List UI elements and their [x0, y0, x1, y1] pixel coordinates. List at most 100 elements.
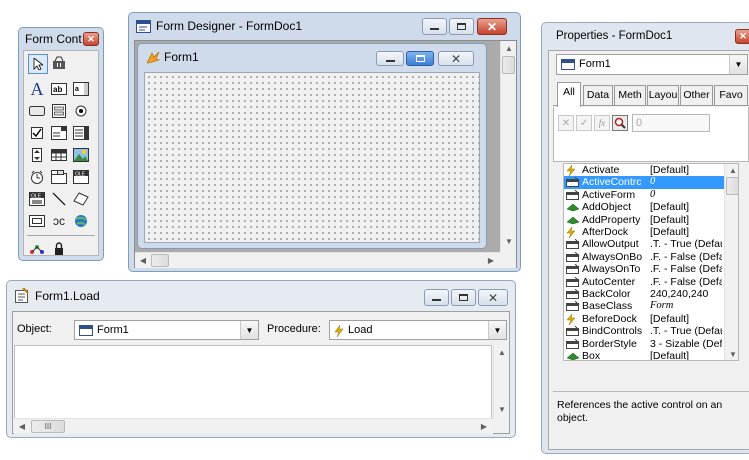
- scroll-down-icon[interactable]: ▼: [725, 350, 738, 359]
- pageframe-icon[interactable]: [50, 168, 68, 186]
- scroll-right-icon[interactable]: ▶: [476, 422, 492, 431]
- scroll-up-icon[interactable]: ▲: [494, 348, 510, 357]
- builder-lock-icon[interactable]: [50, 54, 68, 72]
- timer-icon[interactable]: [28, 168, 46, 186]
- code-maximize-button[interactable]: [451, 289, 476, 306]
- property-row[interactable]: AddProperty [Default]: [564, 214, 724, 226]
- property-row[interactable]: AddObject [Default]: [564, 201, 724, 213]
- label-icon[interactable]: A: [28, 79, 46, 99]
- property-name: AfterDock: [582, 226, 629, 238]
- tab-other[interactable]: Other: [680, 85, 713, 105]
- separator-icon[interactable]: ᴐᴄ: [50, 212, 68, 230]
- form1-window[interactable]: Form1 ✕: [137, 43, 487, 249]
- hyperlink-icon[interactable]: [72, 212, 90, 230]
- code-close-button[interactable]: ✕: [478, 289, 508, 306]
- property-rows: Activate [Default] ActiveContrc 0 ActiveForm…: [564, 164, 724, 360]
- scroll-up-icon[interactable]: ▲: [725, 166, 738, 175]
- property-row[interactable]: BeforeDock [Default]: [564, 313, 724, 325]
- designer-maximize-button[interactable]: [449, 18, 474, 35]
- scroll-left-icon[interactable]: ◀: [135, 256, 151, 265]
- chevron-down-icon[interactable]: ▼: [240, 321, 258, 339]
- accept-value-button[interactable]: ✓: [576, 115, 592, 131]
- designer-hscroll-thumb[interactable]: [151, 254, 169, 267]
- scroll-left-icon[interactable]: ◀: [14, 422, 30, 431]
- cancel-value-button[interactable]: ✕: [558, 115, 574, 131]
- designer-close-button[interactable]: ✕: [477, 18, 507, 35]
- code-window: Form1.Load ✕ Object: Form1 ▼ Procedure: …: [6, 280, 516, 438]
- editbox-icon[interactable]: a: [72, 80, 90, 98]
- textbox-icon[interactable]: ab: [50, 80, 68, 98]
- form1-minimize-button[interactable]: [376, 51, 404, 66]
- spinner-icon[interactable]: [28, 146, 46, 164]
- option-group-icon[interactable]: [72, 102, 90, 120]
- property-row[interactable]: AlwaysOnBo .F. - False (Defa: [564, 251, 724, 263]
- chevron-down-icon[interactable]: ▼: [729, 55, 747, 74]
- property-row[interactable]: ActiveContrc 0: [564, 176, 724, 189]
- designer-hscrollbar[interactable]: ◀ ▶: [135, 252, 500, 268]
- grid-icon[interactable]: [50, 146, 68, 164]
- property-row[interactable]: AllowOutput .T. - True (Defau: [564, 238, 724, 250]
- line-icon[interactable]: [50, 190, 68, 208]
- command-group-icon[interactable]: [50, 102, 68, 120]
- property-vscroll-thumb[interactable]: [726, 177, 738, 195]
- properties-object-combo[interactable]: Form1 ▼: [556, 54, 748, 75]
- property-row[interactable]: BorderStyle 3 - Sizable (Defa: [564, 338, 724, 350]
- tab-all[interactable]: All: [557, 82, 581, 107]
- property-row[interactable]: Box [Default]: [564, 350, 724, 360]
- toolbox-close-button[interactable]: ✕: [83, 32, 99, 46]
- property-name: AlwaysOnTo: [582, 263, 641, 276]
- property-row[interactable]: AfterDock [Default]: [564, 226, 724, 239]
- code-hscroll-thumb[interactable]: III: [31, 420, 65, 433]
- chevron-down-icon[interactable]: ▼: [488, 321, 506, 339]
- combobox-icon[interactable]: [50, 124, 68, 142]
- property-row[interactable]: BaseClass Form: [564, 300, 724, 312]
- container-icon[interactable]: [28, 212, 46, 230]
- scroll-right-icon[interactable]: ▶: [483, 256, 499, 265]
- procedure-label: Procedure:: [267, 323, 321, 335]
- property-row[interactable]: Activate [Default]: [564, 164, 724, 177]
- oleboundcontrol-icon[interactable]: OLE: [72, 168, 90, 186]
- view-classes-icon[interactable]: [28, 239, 46, 257]
- command-button-icon[interactable]: [28, 102, 46, 120]
- zoom-button[interactable]: [612, 115, 628, 131]
- code-hscrollbar[interactable]: ◀ III ▶: [14, 418, 493, 434]
- scroll-down-icon[interactable]: ▼: [494, 405, 510, 414]
- designer-vscrollbar[interactable]: ▲ ▼: [500, 41, 516, 252]
- property-row[interactable]: ActiveForm 0: [564, 189, 724, 201]
- pointer-icon[interactable]: [28, 54, 48, 74]
- scroll-up-icon[interactable]: ▲: [501, 44, 517, 53]
- olecontainer-icon[interactable]: OLE: [28, 190, 46, 208]
- property-vscrollbar[interactable]: ▲ ▼: [724, 164, 738, 360]
- properties-close-button[interactable]: ✕: [735, 29, 749, 44]
- form1-close-button[interactable]: ✕: [438, 51, 474, 66]
- designer-minimize-button[interactable]: [422, 18, 447, 35]
- tab-methods[interactable]: Meth: [614, 85, 646, 105]
- form1-grid-surface[interactable]: [144, 72, 480, 243]
- tab-favorites[interactable]: Favo: [714, 85, 748, 105]
- form1-maximize-button[interactable]: [406, 51, 434, 66]
- shape-icon[interactable]: [72, 190, 90, 208]
- lock-icon[interactable]: [50, 239, 68, 257]
- svg-text:OLE: OLE: [31, 194, 42, 200]
- designer-vscroll-thumb[interactable]: [502, 56, 515, 74]
- listbox-icon[interactable]: [72, 124, 90, 142]
- code-minimize-button[interactable]: [424, 289, 449, 306]
- object-combo[interactable]: Form1 ▼: [74, 320, 259, 340]
- image-icon[interactable]: [72, 146, 90, 164]
- property-value-box[interactable]: 0: [632, 114, 710, 132]
- code-vscrollbar[interactable]: ▲ ▼: [493, 345, 509, 418]
- property-row[interactable]: AutoCenter .F. - False (Defa: [564, 276, 724, 288]
- scroll-down-icon[interactable]: ▼: [501, 237, 517, 246]
- function-button[interactable]: fx: [594, 115, 610, 131]
- property-row[interactable]: AlwaysOnTo .F. - False (Defa: [564, 263, 724, 275]
- tab-layout[interactable]: Layou: [647, 85, 679, 105]
- tab-data[interactable]: Data: [583, 85, 613, 105]
- property-icon: [566, 276, 580, 287]
- property-row[interactable]: BindControls .T. - True (Defau: [564, 325, 724, 337]
- property-grid[interactable]: Activate [Default] ActiveContrc 0 ActiveForm…: [563, 163, 739, 361]
- value-toolbar: ✕ ✓ fx 0: [553, 107, 749, 162]
- checkbox-icon[interactable]: [28, 124, 46, 142]
- procedure-combo[interactable]: Load ▼: [329, 320, 507, 340]
- property-row[interactable]: BackColor 240,240,240: [564, 288, 724, 300]
- size-grip[interactable]: [500, 252, 516, 268]
